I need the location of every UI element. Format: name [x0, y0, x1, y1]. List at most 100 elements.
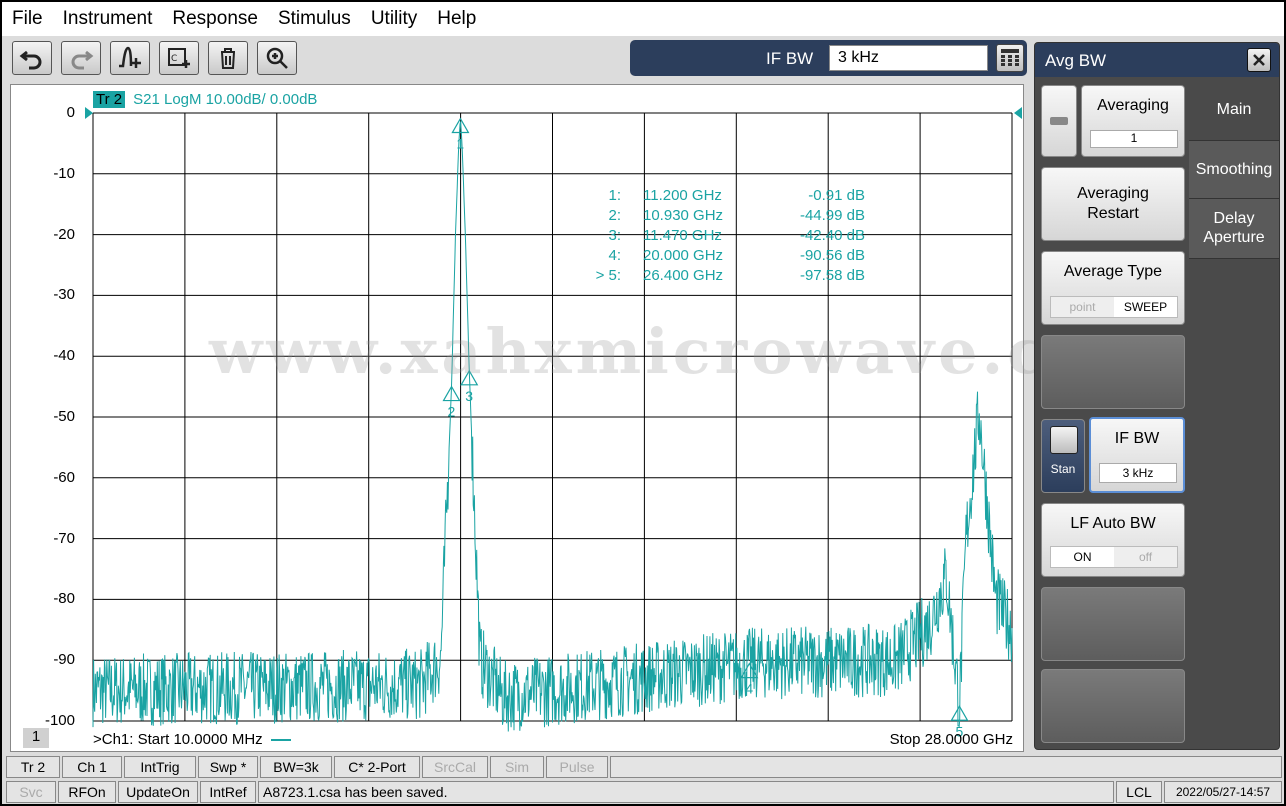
ifbw-softkey-label: IF BW — [1114, 430, 1160, 447]
status-calibration[interactable]: C* 2-Port — [334, 756, 420, 778]
lf-auto-bw-option-on[interactable]: ON — [1051, 547, 1114, 567]
marker-row: 1: 11.200 GHz -0.91 dB — [583, 187, 873, 207]
add-marker-icon — [119, 46, 141, 68]
averaging-label: Averaging — [1097, 97, 1169, 114]
marker-value: -0.91 dB — [808, 187, 865, 204]
marker-label: 4 — [745, 681, 753, 697]
vna-window: File Instrument Response Stimulus Utilit… — [0, 0, 1286, 806]
add-channel-icon: C — [168, 48, 190, 68]
keypad-icon — [1001, 49, 1019, 66]
marker-row: 4: 20.000 GHz -90.56 dB — [583, 247, 873, 267]
y-tick-label: -100 — [44, 712, 75, 729]
y-tick-label: -60 — [53, 468, 75, 486]
marker-value: -90.56 dB — [799, 247, 865, 264]
lf-auto-bw-button[interactable]: LF Auto BW ON off — [1041, 503, 1185, 577]
marker-frequency: 26.400 GHz — [643, 267, 724, 284]
status-int-ref[interactable]: IntRef — [200, 781, 256, 803]
marker-frequency: 10.930 GHz — [643, 207, 724, 224]
start-frequency-label: >Ch1: Start 10.0000 MHz — [93, 731, 291, 748]
menu-stimulus[interactable]: Stimulus — [278, 8, 351, 30]
menu-help[interactable]: Help — [437, 8, 476, 30]
trace-line-swatch — [270, 739, 291, 742]
marker-row: > 5: 26.400 GHz -97.58 dB — [583, 267, 873, 287]
average-type-option-point[interactable]: point — [1051, 297, 1114, 317]
status-lcl[interactable]: LCL — [1116, 781, 1162, 803]
panel-header: Avg BW — [1035, 43, 1279, 77]
status-trigger[interactable]: IntTrig — [124, 756, 196, 778]
tab-delay-aperture[interactable]: Delay Aperture — [1189, 199, 1279, 259]
watermark: www.xahxmicrowave.com — [209, 315, 1164, 388]
lf-auto-bw-option-off[interactable]: off — [1114, 547, 1177, 567]
ifbw-softkey-value: 3 kHz — [1099, 463, 1177, 483]
plot-canvas: 12345 — [85, 107, 1022, 739]
menu-response[interactable]: Response — [172, 8, 258, 30]
menu-instrument[interactable]: Instrument — [63, 8, 153, 30]
tab-smoothing[interactable]: Smoothing — [1189, 141, 1279, 199]
trace-header[interactable]: Tr 2 S21 LogM 10.00dB/ 0.00dB — [93, 91, 317, 108]
status-rf-on[interactable]: RFOn — [58, 781, 116, 803]
marker-id: 3: — [608, 227, 621, 244]
reference-level-arrow-left — [85, 107, 93, 119]
add-channel-button[interactable]: C — [159, 41, 199, 75]
trace-plot[interactable]: 12345 Tr 2 S21 LogM 10.00dB/ 0.00dB 0 -10… — [10, 84, 1160, 752]
status-bandwidth[interactable]: BW=3k — [260, 756, 332, 778]
marker-label: 2 — [448, 404, 456, 420]
stan-button[interactable]: Stan — [1041, 419, 1085, 493]
y-tick-label: -40 — [53, 347, 75, 365]
averaging-toggle-button[interactable] — [1041, 85, 1077, 157]
status-update-on[interactable]: UpdateOn — [118, 781, 198, 803]
marker-id: 2: — [608, 207, 621, 224]
svg-text:C: C — [171, 54, 177, 64]
trace-tag[interactable]: Tr 2 — [93, 91, 126, 108]
average-type-button[interactable]: Average Type point SWEEP — [1041, 251, 1185, 325]
trace-format-label: S21 LogM 10.00dB/ 0.00dB — [133, 91, 318, 108]
status-trace[interactable]: Tr 2 — [6, 756, 60, 778]
marker-label: 3 — [465, 388, 473, 404]
average-type-option-sweep[interactable]: SWEEP — [1114, 297, 1177, 317]
y-tick-label: -10 — [53, 164, 75, 182]
close-icon — [1253, 54, 1265, 66]
marker-frequency: 20.000 GHz — [643, 247, 724, 264]
delete-button[interactable] — [208, 41, 248, 75]
panel-close-button[interactable] — [1247, 48, 1271, 72]
tab-main[interactable]: Main — [1189, 79, 1279, 141]
status-srccal[interactable]: SrcCal — [422, 756, 488, 778]
empty-softkey-1 — [1041, 335, 1185, 409]
status-channel[interactable]: Ch 1 — [62, 756, 122, 778]
average-type-label: Average Type — [1063, 263, 1163, 280]
marker-value: -97.58 dB — [799, 267, 865, 284]
status-empty-field — [610, 756, 1282, 778]
redo-button[interactable] — [61, 41, 101, 75]
y-tick-label: -30 — [53, 286, 75, 304]
marker-readout-table: 1: 11.200 GHz -0.91 dB 2: 10.930 GHz -44.99 d… — [583, 187, 873, 287]
lf-auto-bw-selector[interactable]: ON off — [1050, 546, 1178, 568]
average-type-selector[interactable]: point SWEEP — [1050, 296, 1178, 318]
zoom-button[interactable] — [257, 41, 297, 75]
stop-frequency-label: Stop 28.0000 GHz — [889, 731, 1013, 748]
channel-badge: 1 — [23, 728, 49, 748]
menu-utility[interactable]: Utility — [371, 8, 417, 30]
keypad-button[interactable] — [996, 44, 1024, 72]
y-tick-label: -70 — [53, 529, 75, 547]
empty-softkey-2 — [1041, 587, 1185, 661]
lf-auto-bw-label: LF Auto BW — [1070, 515, 1156, 532]
status-sweep[interactable]: Swp * — [198, 756, 258, 778]
zoom-icon — [266, 47, 288, 69]
averaging-button[interactable]: Averaging 1 — [1081, 85, 1185, 157]
menu-file[interactable]: File — [12, 8, 43, 30]
undo-button[interactable] — [12, 41, 52, 75]
ifbw-button[interactable]: IF BW 3 kHz — [1089, 417, 1185, 493]
ifbw-entry-label: IF BW — [766, 49, 814, 68]
status-svc[interactable]: Svc — [6, 781, 56, 803]
ifbw-entry-field[interactable]: 3 kHz — [829, 45, 988, 71]
marker-frequency: 11.470 GHz — [643, 227, 722, 244]
empty-softkey-3 — [1041, 669, 1185, 743]
status-pulse[interactable]: Pulse — [546, 756, 608, 778]
stan-indicator-icon — [1050, 426, 1078, 454]
start-frequency-text: >Ch1: Start 10.0000 MHz — [93, 731, 263, 748]
averaging-restart-button[interactable]: Averaging Restart — [1041, 167, 1185, 241]
marker-row: 2: 10.930 GHz -44.99 dB — [583, 207, 873, 227]
status-message: A8723.1.csa has been saved. — [258, 781, 1114, 803]
add-marker-button[interactable] — [110, 41, 150, 75]
status-sim[interactable]: Sim — [490, 756, 544, 778]
